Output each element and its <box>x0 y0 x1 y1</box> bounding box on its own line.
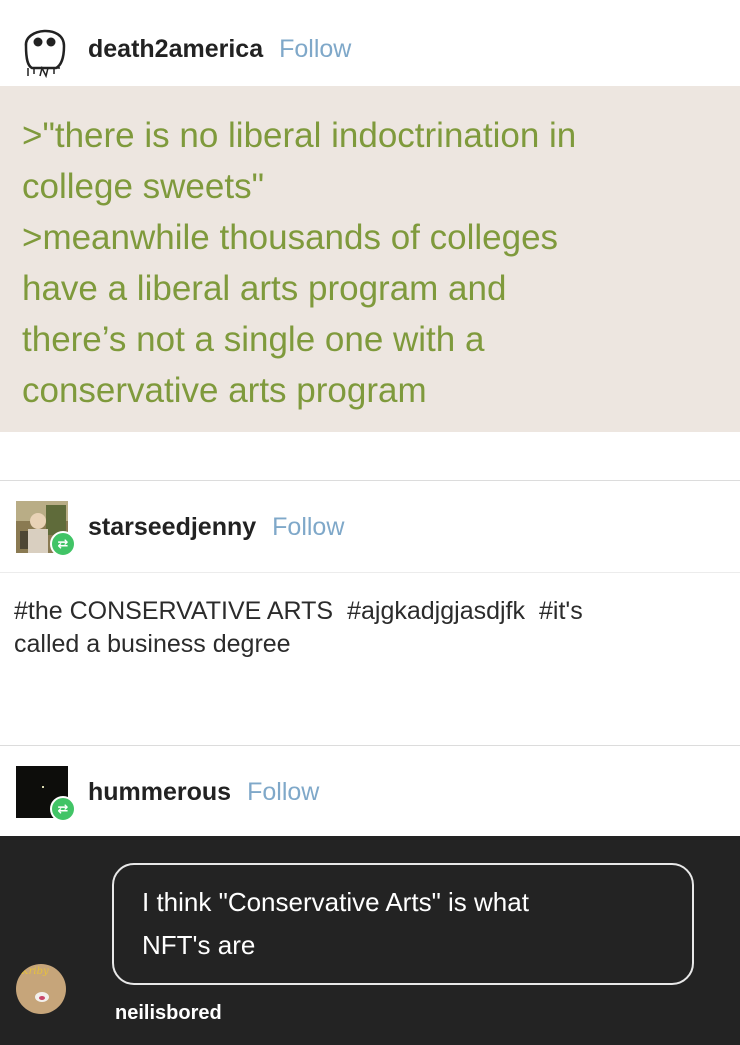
divider <box>0 572 740 573</box>
face-icon <box>35 992 49 1002</box>
avatar[interactable] <box>20 20 68 79</box>
quote-line: >"there is no liberal indoctrination in <box>22 116 577 155</box>
quote-line: have a liberal arts program and <box>22 269 507 308</box>
comment-bubble: I think "Conservative Arts" is what NFT'… <box>112 863 694 985</box>
tag[interactable]: #ajgkadjgjasdjfk <box>347 597 525 625</box>
tag-list: #the CONSERVATIVE ARTS #ajgkadjgjasdjfk #i… <box>14 595 734 661</box>
commenter-name[interactable]: neilisbored <box>115 1002 222 1025</box>
avatar[interactable]: ⇄ <box>16 766 76 822</box>
follow-button[interactable]: Follow <box>247 778 319 807</box>
quote-line: college sweets" <box>22 167 264 206</box>
username[interactable]: death2america <box>88 35 263 64</box>
username[interactable]: hummerous <box>88 778 231 807</box>
follow-button[interactable]: Follow <box>272 513 344 542</box>
tag[interactable]: called a business degree <box>14 630 291 658</box>
follow-button[interactable]: Follow <box>279 35 351 64</box>
quote-line: conservative arts program <box>22 371 427 410</box>
tag[interactable]: #the CONSERVATIVE ARTS <box>14 597 333 625</box>
post-header-death2america: death2america Follow <box>0 14 740 84</box>
username[interactable]: starseedjenny <box>88 513 256 542</box>
commenter-avatar[interactable]: I Kriby <box>16 964 66 1014</box>
avatar[interactable]: ⇄ <box>16 501 76 557</box>
comment-line: NFT's are <box>142 930 256 960</box>
quote-line: there’s not a single one with a <box>22 320 485 359</box>
reblog-icon: ⇄ <box>50 796 76 822</box>
comment-line: I think "Conservative Arts" is what <box>142 887 529 917</box>
post-header-hummerous: ⇄ hummerous Follow <box>0 762 740 822</box>
ghost-avatar-icon <box>24 29 66 79</box>
divider <box>0 480 740 481</box>
tag[interactable]: #it's <box>539 597 583 625</box>
avatar-spark <box>42 786 44 788</box>
post-header-starseedjenny: ⇄ starseedjenny Follow <box>0 497 740 557</box>
divider <box>0 745 740 746</box>
quoted-post-body: >"there is no liberal indoctrination in … <box>0 86 740 432</box>
quote-line: >meanwhile thousands of colleges <box>22 218 559 257</box>
reblog-icon: ⇄ <box>50 531 76 557</box>
